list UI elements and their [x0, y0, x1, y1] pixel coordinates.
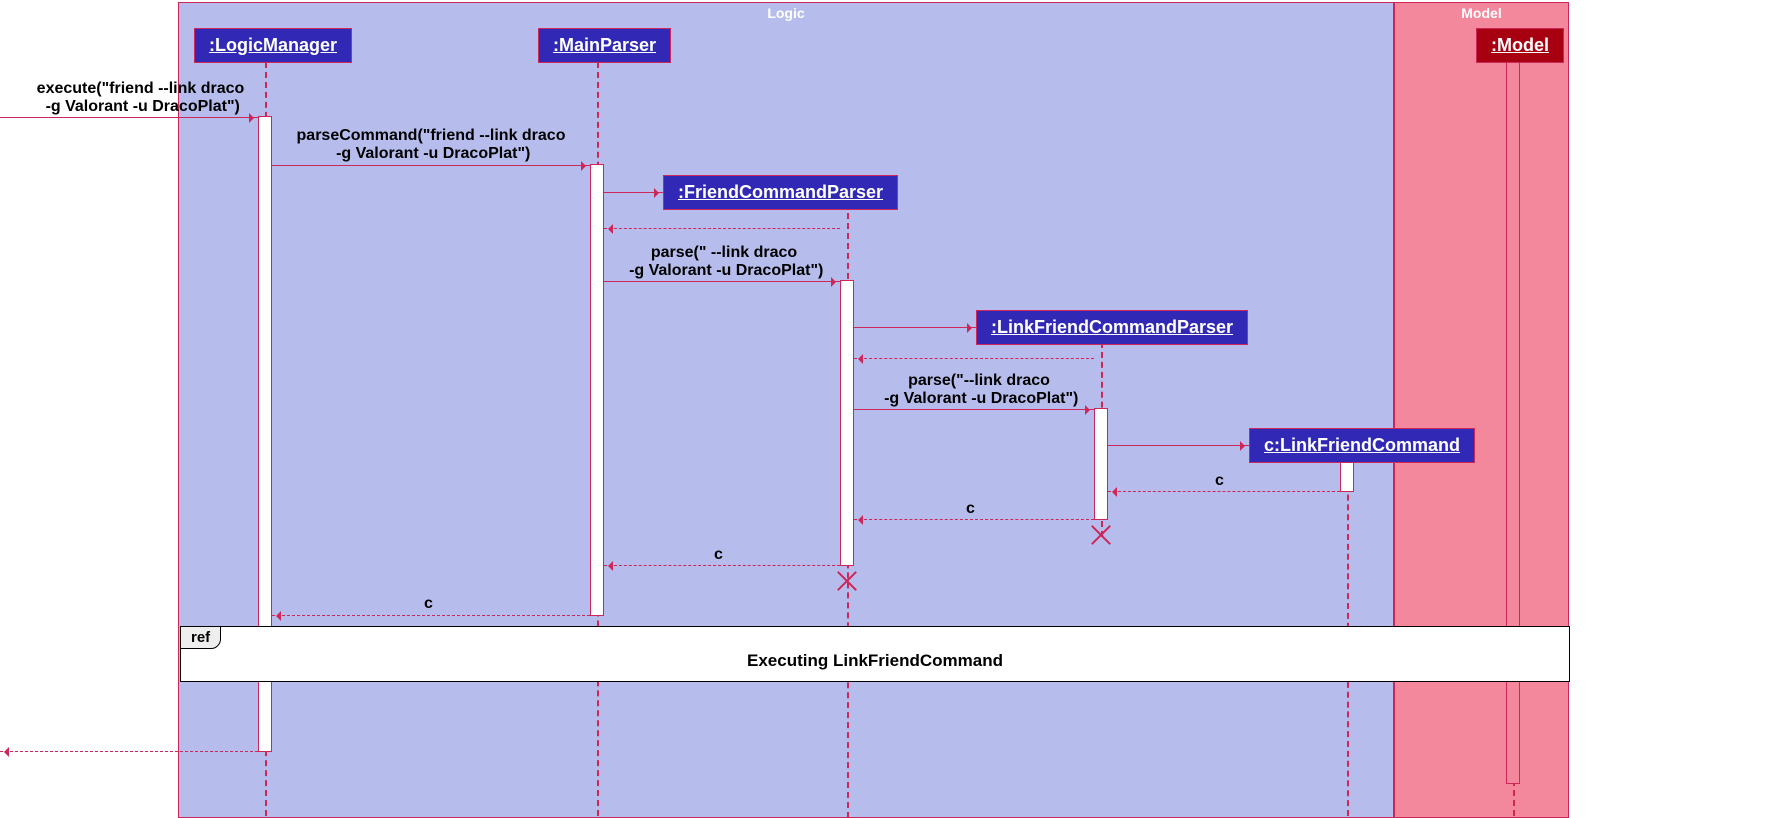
msg-ret-c1: c — [1215, 472, 1224, 490]
destroy-fcp — [836, 570, 858, 592]
activation-link-friend-command-parser — [1094, 408, 1108, 520]
ref-label: ref — [180, 626, 221, 649]
activation-friend-command-parser — [840, 280, 854, 566]
arrow-ret-c1 — [1108, 491, 1340, 492]
participant-link-friend-command-parser: :LinkFriendCommandParser — [976, 310, 1248, 345]
msg-parse1: parse(" --link draco -g Valorant -u Drac… — [608, 244, 840, 280]
msg-parse-command: parseCommand("friend --link draco -g Val… — [272, 127, 590, 163]
arrow-parse-command — [272, 165, 590, 166]
arrow-ret-c2 — [854, 519, 1094, 520]
arrow-create-lfcp — [854, 327, 976, 328]
package-logic-label: Logic — [767, 5, 804, 21]
destroy-lfcp — [1090, 524, 1112, 546]
msg-parse2: parse("--link draco -g Valorant -u Draco… — [864, 372, 1094, 408]
package-model: Model — [1394, 2, 1569, 818]
participant-link-friend-command: c:LinkFriendCommand — [1249, 428, 1475, 463]
msg-ret-c3: c — [714, 546, 723, 564]
ref-text: Executing LinkFriendCommand — [181, 651, 1569, 671]
arrow-create-lfc — [1108, 445, 1249, 446]
package-logic: Logic — [178, 2, 1394, 818]
participant-logic-manager: :LogicManager — [194, 28, 352, 63]
package-model-label: Model — [1461, 5, 1501, 21]
arrow-return-lfcp-create — [854, 358, 1094, 359]
msg-ret-c4: c — [424, 595, 433, 613]
arrow-parse2 — [854, 409, 1094, 410]
participant-model: :Model — [1476, 28, 1564, 63]
arrow-parse1 — [604, 281, 840, 282]
msg-execute: execute("friend --link draco -g Valorant… — [8, 80, 273, 116]
sequence-diagram: Logic Model :LogicManager :MainParser :M… — [0, 0, 1781, 818]
arrow-execute — [0, 117, 258, 118]
participant-friend-command-parser: :FriendCommandParser — [663, 175, 898, 210]
arrow-create-fcp — [604, 192, 663, 193]
arrow-return-fcp-create — [604, 228, 840, 229]
participant-main-parser: :MainParser — [538, 28, 671, 63]
arrow-ret-c4 — [272, 615, 590, 616]
activation-main-parser — [590, 164, 604, 616]
arrow-ret-c3 — [604, 565, 840, 566]
arrow-final-return — [0, 751, 258, 752]
ref-fragment: ref Executing LinkFriendCommand — [180, 626, 1570, 682]
msg-ret-c2: c — [966, 500, 975, 518]
